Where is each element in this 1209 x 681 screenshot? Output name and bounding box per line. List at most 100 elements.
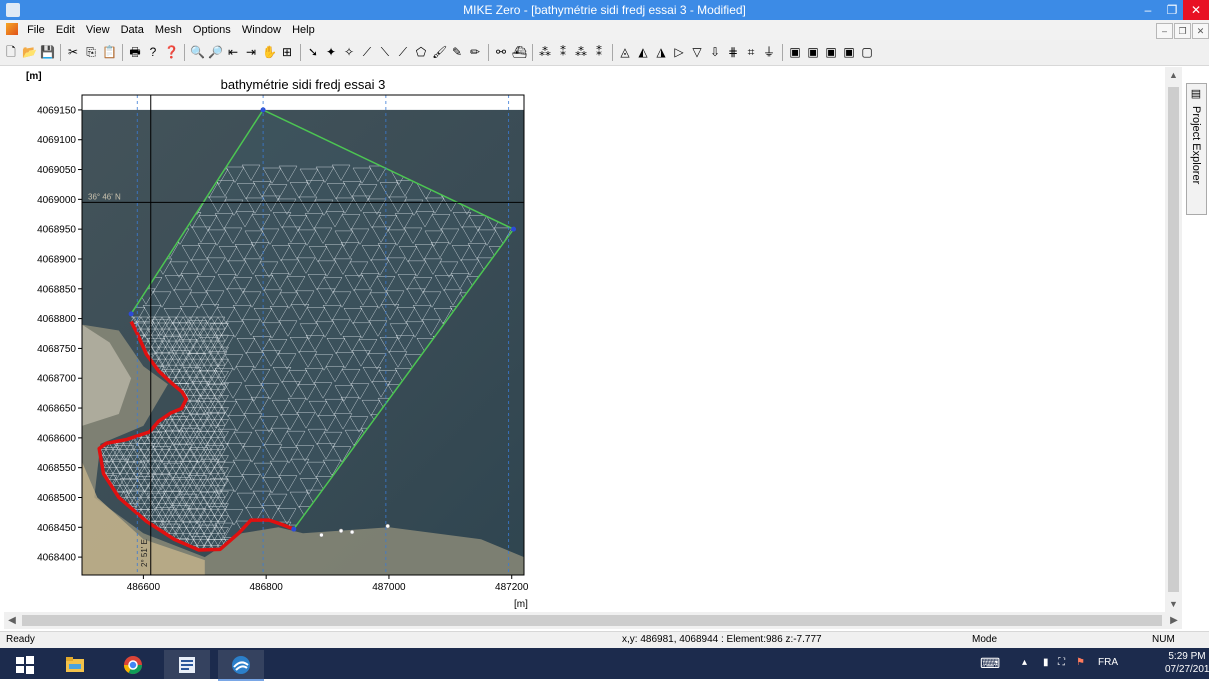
print-icon[interactable]: 🖶 — [128, 45, 142, 59]
bathymetry-chart[interactable]: 36° 46' N 2° 51' E 4068400 4068450 4068500 4… — [4, 67, 1165, 612]
close-button[interactable]: ✕ — [1183, 0, 1209, 20]
x-tick-label: 487200 — [495, 582, 529, 593]
boundary-node[interactable] — [128, 311, 134, 317]
vertical-scrollbar[interactable]: ▲ ▼ — [1165, 67, 1182, 612]
zoom-in-icon[interactable]: 🔍 — [190, 45, 205, 59]
breakwater-point[interactable] — [385, 523, 390, 529]
clock-date: 07/27/2017 — [1165, 664, 1209, 675]
help-icon[interactable]: ? — [146, 45, 160, 59]
open-folder-icon[interactable]: 📂 — [22, 45, 37, 59]
mdi-close-button[interactable]: ✕ — [1192, 23, 1209, 39]
project-explorer-tab[interactable]: ▤ Project Explorer — [1186, 83, 1207, 215]
context-help-icon[interactable]: ❓ — [164, 45, 179, 59]
y-tick-label: 4068500 — [37, 493, 76, 504]
file-explorer-app[interactable] — [52, 650, 98, 679]
layer-4-icon[interactable]: ▣ — [842, 45, 856, 59]
move-vertex-icon[interactable]: ✦ — [324, 45, 338, 59]
paste-icon[interactable]: 📋 — [102, 45, 117, 59]
scroll-down-icon[interactable]: ▼ — [1165, 596, 1182, 612]
layer-5-icon[interactable]: ▢ — [860, 45, 874, 59]
start-button[interactable] — [2, 650, 48, 679]
horizontal-scroll-thumb[interactable] — [22, 615, 1162, 626]
select-arrow-icon[interactable]: ➘ — [306, 45, 320, 59]
mdi-restore-button[interactable]: ❐ — [1174, 23, 1191, 39]
smooth-icon[interactable]: ✎ — [450, 45, 464, 59]
brush-icon[interactable]: 🖌 — [432, 45, 447, 59]
draw-polyline-icon[interactable]: ⟍ — [378, 45, 392, 59]
new-file-icon[interactable]: 🗋 — [4, 45, 18, 59]
insert-vertex-icon[interactable]: ✧ — [342, 45, 356, 59]
keyboard-icon[interactable]: ⌨ — [980, 655, 1000, 672]
draw-line-icon[interactable]: ⟋ — [396, 45, 410, 59]
menu-help[interactable]: Help — [288, 20, 319, 40]
boat-icon[interactable]: ⛴ — [512, 45, 527, 59]
boundary-node[interactable] — [511, 226, 517, 232]
mike-zero-app[interactable] — [218, 650, 264, 681]
toolbar-separator — [782, 44, 783, 61]
menu-window[interactable]: Window — [238, 20, 285, 40]
scroll-left-icon[interactable]: ◀ — [4, 612, 20, 629]
restore-button[interactable]: ❐ — [1161, 0, 1183, 20]
triangulate-icon[interactable]: ◬ — [618, 45, 632, 59]
menu-file[interactable]: File — [23, 20, 49, 40]
save-icon[interactable]: 💾 — [40, 45, 55, 59]
clock[interactable]: 5:29 PM 07/27/2017 — [1165, 650, 1209, 676]
binoculars-icon[interactable]: ⚯ — [494, 45, 508, 59]
vertical-scroll-thumb[interactable] — [1168, 87, 1179, 592]
export-icon[interactable]: ⇩ — [708, 45, 722, 59]
menu-data[interactable]: Data — [117, 20, 148, 40]
latitude-label: 36° 46' N — [88, 192, 121, 201]
y-tick-label: 4068450 — [37, 523, 76, 534]
language-indicator[interactable]: FRA — [1098, 657, 1118, 668]
mesh-delete-icon[interactable]: ⁂ — [574, 45, 588, 59]
pin-icon[interactable]: ⛶ — [1058, 657, 1065, 668]
mesh-view[interactable]: 36° 46' N 2° 51' E 4068400 4068450 4068500 4… — [4, 67, 1165, 612]
filter-icon[interactable]: ⏚ — [762, 45, 776, 59]
pencil-icon[interactable]: ✏ — [468, 45, 482, 59]
menu-mesh[interactable]: Mesh — [151, 20, 186, 40]
layer-2-icon[interactable]: ▣ — [806, 45, 820, 59]
zoom-next-icon[interactable]: ⇥ — [244, 45, 258, 59]
breakwater-point[interactable] — [319, 532, 324, 538]
breakwater-point[interactable] — [338, 528, 344, 534]
mesh-node-icon[interactable]: ⁂ — [538, 45, 552, 59]
mesh-info-icon[interactable]: ⁑ — [592, 45, 606, 59]
boundary-node[interactable] — [291, 526, 297, 532]
menu-view[interactable]: View — [82, 20, 114, 40]
x-tick-label: 486800 — [249, 582, 283, 593]
action-center-icon[interactable]: ⚑ — [1076, 657, 1085, 668]
graph-icon[interactable]: ⌗ — [744, 45, 758, 59]
cut-icon[interactable]: ✂ — [66, 45, 80, 59]
mesh-edit-icon[interactable]: ⁑ — [556, 45, 570, 59]
menu-edit[interactable]: Edit — [52, 20, 79, 40]
scroll-up-icon[interactable]: ▲ — [1165, 67, 1182, 83]
window-title-bar[interactable]: MIKE Zero - [bathymétrie sidi fredj essa… — [0, 0, 1209, 20]
scroll-right-icon[interactable]: ▶ — [1166, 612, 1182, 629]
battery-icon[interactable]: ▮ — [1043, 657, 1049, 668]
analyze-icon[interactable]: ▷ — [672, 45, 686, 59]
chrome-app[interactable] — [110, 650, 156, 679]
zoom-extent-icon[interactable]: ⊞ — [280, 45, 294, 59]
zoom-previous-icon[interactable]: ⇤ — [226, 45, 240, 59]
quality-icon[interactable]: ⋕ — [726, 45, 740, 59]
polygon-icon[interactable]: ⬠ — [414, 45, 428, 59]
smooth-mesh-icon[interactable]: ◮ — [654, 45, 668, 59]
word-app[interactable] — [164, 650, 210, 679]
copy-icon[interactable]: ⎘ — [84, 45, 98, 59]
horizontal-scrollbar[interactable]: ◀ ▶ — [4, 612, 1182, 629]
menu-options[interactable]: Options — [189, 20, 235, 40]
pan-icon[interactable]: ✋ — [262, 45, 277, 59]
minimize-button[interactable]: – — [1135, 0, 1161, 20]
longitude-label: 2° 51' E — [140, 539, 149, 567]
interpolate-icon[interactable]: ▽ — [690, 45, 704, 59]
breakwater-point[interactable] — [349, 529, 355, 535]
zoom-out-icon[interactable]: 🔎 — [208, 45, 223, 59]
layer-1-icon[interactable]: ▣ — [788, 45, 802, 59]
x-axis-label: [m] — [514, 599, 528, 610]
mdi-minimize-button[interactable]: – — [1156, 23, 1173, 39]
tray-chevron-icon[interactable]: ▴ — [1022, 657, 1027, 668]
draw-arc-icon[interactable]: ⟋ — [360, 45, 374, 59]
refine-icon[interactable]: ◭ — [636, 45, 650, 59]
status-bar: Ready x,y: 486981, 4068944 : Element:986… — [0, 631, 1209, 648]
layer-3-icon[interactable]: ▣ — [824, 45, 838, 59]
